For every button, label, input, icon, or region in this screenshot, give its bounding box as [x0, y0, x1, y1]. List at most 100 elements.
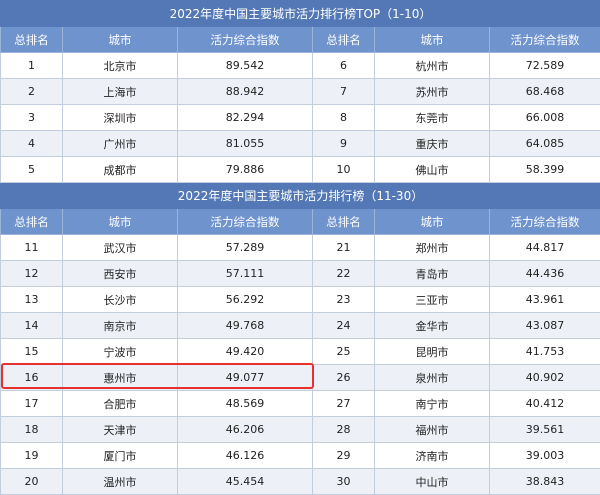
table-row: 20温州市45.45430中山市38.843: [1, 469, 600, 495]
table-row: 11武汉市57.28921郑州市44.817: [1, 235, 600, 261]
rank-cell: 13: [1, 287, 63, 313]
table-row: 12西安市57.11122青岛市44.436: [1, 261, 600, 287]
city-cell: 泉州市: [375, 365, 490, 391]
index-cell: 81.055: [178, 131, 313, 157]
city-cell: 杭州市: [375, 53, 490, 79]
rank-cell: 26: [313, 365, 375, 391]
table-row: 13长沙市56.29223三亚市43.961: [1, 287, 600, 313]
rank-cell: 24: [313, 313, 375, 339]
rank-cell: 9: [313, 131, 375, 157]
rank-cell: 5: [1, 157, 63, 183]
rank-cell: 28: [313, 417, 375, 443]
city-cell: 惠州市: [63, 365, 178, 391]
table-row: 17合肥市48.56927南宁市40.412: [1, 391, 600, 417]
header-city: 城市: [375, 27, 490, 53]
city-cell: 深圳市: [63, 105, 178, 131]
header-index: 活力综合指数: [178, 209, 313, 235]
city-cell: 福州市: [375, 417, 490, 443]
city-cell: 北京市: [63, 53, 178, 79]
index-cell: 44.817: [490, 235, 600, 261]
ranking-table-body: 2022年度中国主要城市活力排行榜TOP（1-10） 总排名 城市 活力综合指数…: [1, 1, 600, 495]
index-cell: 43.961: [490, 287, 600, 313]
header-index: 活力综合指数: [490, 209, 600, 235]
rank-cell: 11: [1, 235, 63, 261]
rank-cell: 6: [313, 53, 375, 79]
index-cell: 49.077: [178, 365, 313, 391]
city-cell: 济南市: [375, 443, 490, 469]
city-cell: 西安市: [63, 261, 178, 287]
table-row: 1北京市89.5426杭州市72.589: [1, 53, 600, 79]
index-cell: 88.942: [178, 79, 313, 105]
index-cell: 40.412: [490, 391, 600, 417]
city-cell: 温州市: [63, 469, 178, 495]
city-cell: 上海市: [63, 79, 178, 105]
rank-cell: 30: [313, 469, 375, 495]
index-cell: 40.902: [490, 365, 600, 391]
index-cell: 39.003: [490, 443, 600, 469]
rank-cell: 22: [313, 261, 375, 287]
city-cell: 金华市: [375, 313, 490, 339]
rank-cell: 14: [1, 313, 63, 339]
city-cell: 南宁市: [375, 391, 490, 417]
city-cell: 天津市: [63, 417, 178, 443]
table-row: 15宁波市49.42025昆明市41.753: [1, 339, 600, 365]
header-index: 活力综合指数: [490, 27, 600, 53]
index-cell: 72.589: [490, 53, 600, 79]
header-rank: 总排名: [1, 27, 63, 53]
ranking-table: 2022年度中国主要城市活力排行榜TOP（1-10） 总排名 城市 活力综合指数…: [0, 0, 600, 495]
header-rank: 总排名: [313, 27, 375, 53]
rank-cell: 8: [313, 105, 375, 131]
rank-cell: 23: [313, 287, 375, 313]
rank-cell: 2: [1, 79, 63, 105]
city-cell: 重庆市: [375, 131, 490, 157]
section2-title: 2022年度中国主要城市活力排行榜（11-30）: [1, 183, 600, 209]
rank-cell: 29: [313, 443, 375, 469]
city-cell: 苏州市: [375, 79, 490, 105]
header-rank: 总排名: [1, 209, 63, 235]
section2-title-row: 2022年度中国主要城市活力排行榜（11-30）: [1, 183, 600, 209]
table-row: 16惠州市49.07726泉州市40.902: [1, 365, 600, 391]
city-cell: 广州市: [63, 131, 178, 157]
city-cell: 宁波市: [63, 339, 178, 365]
index-cell: 64.085: [490, 131, 600, 157]
table-row: 19厦门市46.12629济南市39.003: [1, 443, 600, 469]
header-city: 城市: [63, 27, 178, 53]
rank-cell: 19: [1, 443, 63, 469]
section2-header-row: 总排名 城市 活力综合指数 总排名 城市 活力综合指数: [1, 209, 600, 235]
rank-cell: 17: [1, 391, 63, 417]
ranking-page: 2022年度中国主要城市活力排行榜TOP（1-10） 总排名 城市 活力综合指数…: [0, 0, 600, 493]
rank-cell: 4: [1, 131, 63, 157]
table-row: 2上海市88.9427苏州市68.468: [1, 79, 600, 105]
header-rank: 总排名: [313, 209, 375, 235]
index-cell: 56.292: [178, 287, 313, 313]
index-cell: 39.561: [490, 417, 600, 443]
city-cell: 合肥市: [63, 391, 178, 417]
rank-cell: 16: [1, 365, 63, 391]
city-cell: 南京市: [63, 313, 178, 339]
city-cell: 长沙市: [63, 287, 178, 313]
city-cell: 昆明市: [375, 339, 490, 365]
rank-cell: 1: [1, 53, 63, 79]
index-cell: 57.289: [178, 235, 313, 261]
index-cell: 44.436: [490, 261, 600, 287]
city-cell: 三亚市: [375, 287, 490, 313]
city-cell: 厦门市: [63, 443, 178, 469]
index-cell: 45.454: [178, 469, 313, 495]
city-cell: 成都市: [63, 157, 178, 183]
rank-cell: 20: [1, 469, 63, 495]
section1-header-row: 总排名 城市 活力综合指数 总排名 城市 活力综合指数: [1, 27, 600, 53]
rank-cell: 3: [1, 105, 63, 131]
index-cell: 48.569: [178, 391, 313, 417]
rank-cell: 25: [313, 339, 375, 365]
index-cell: 89.542: [178, 53, 313, 79]
header-index: 活力综合指数: [178, 27, 313, 53]
index-cell: 46.206: [178, 417, 313, 443]
index-cell: 68.468: [490, 79, 600, 105]
table-row: 18天津市46.20628福州市39.561: [1, 417, 600, 443]
index-cell: 41.753: [490, 339, 600, 365]
city-cell: 郑州市: [375, 235, 490, 261]
table-row: 14南京市49.76824金华市43.087: [1, 313, 600, 339]
header-city: 城市: [375, 209, 490, 235]
index-cell: 43.087: [490, 313, 600, 339]
city-cell: 青岛市: [375, 261, 490, 287]
